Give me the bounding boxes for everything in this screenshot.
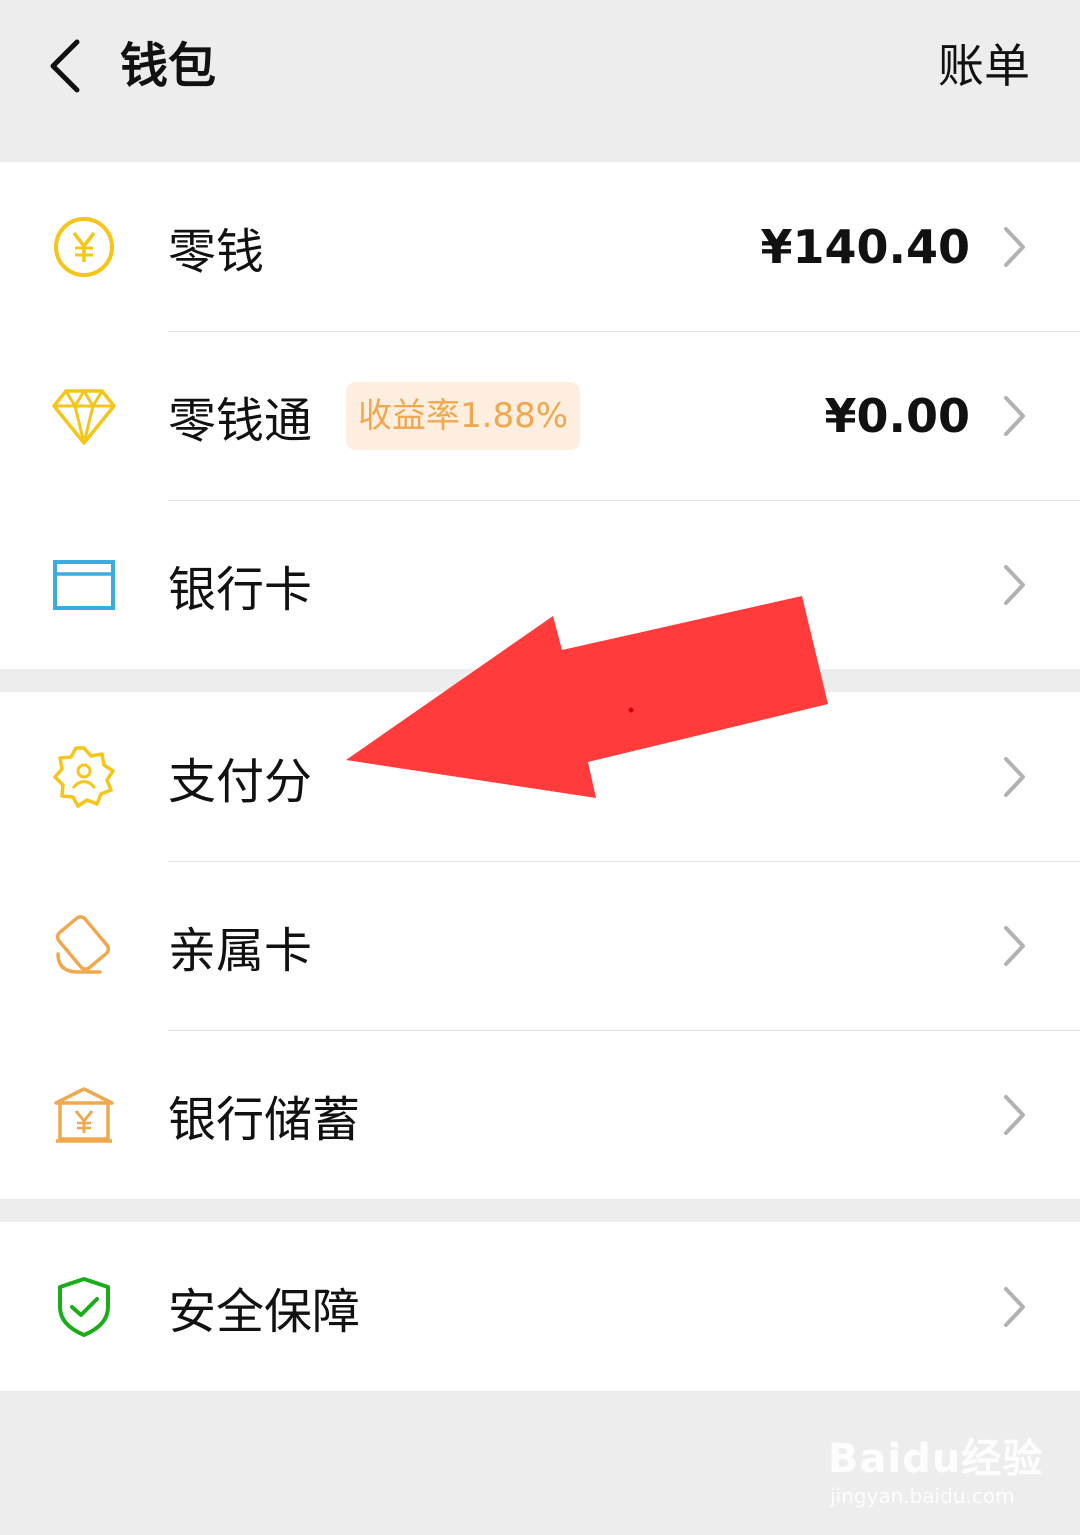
wallet-group-balances: 零钱 ¥140.40 零钱通 收益率1.88% ¥0.00 银行卡 [0,162,1080,669]
pay-score-badge-icon [50,743,118,811]
bank-card-row[interactable]: 银行卡 [0,500,1080,669]
change-balance: ¥140.40 [760,219,970,274]
yuan-coin-icon [50,213,118,281]
chevron-right-icon [1004,395,1025,436]
top-bar: 钱包 账单 [0,0,1080,162]
wallet-group-security: 安全保障 [0,1222,1080,1391]
watermark-url: jingyan.baidu.com [830,1484,1015,1508]
back-arrow-icon [50,39,80,93]
watermark-logo-text: Baidu经验 [828,1436,1044,1482]
wallet-group-services: 支付分 亲属卡 银行储蓄 [0,692,1080,1199]
change-row[interactable]: 零钱 ¥140.40 [0,162,1080,331]
bill-button[interactable]: 账单 [938,30,1030,102]
baidu-watermark: Baidu经验 jingyan.baidu.com [828,1418,1042,1514]
chevron-right-icon [1004,1094,1025,1135]
lingqiantong-row[interactable]: 零钱通 收益率1.88% ¥0.00 [0,331,1080,500]
security-shield-icon [50,1273,118,1341]
change-label: 零钱 [168,223,265,280]
bank-savings-row[interactable]: 银行储蓄 [0,1030,1080,1199]
chevron-right-icon [1004,925,1025,966]
pay-score-row[interactable]: 支付分 [0,692,1080,861]
back-button[interactable] [30,30,100,102]
lingqiantong-label: 零钱通 [168,392,313,449]
bank-savings-icon [50,1081,118,1149]
family-card-icon [50,912,118,980]
bank-savings-label: 银行储蓄 [168,1091,361,1148]
lingqiantong-balance: ¥0.00 [824,388,970,443]
chevron-right-icon [1004,564,1025,605]
family-card-row[interactable]: 亲属卡 [0,861,1080,1030]
diamond-icon [50,382,118,450]
security-row[interactable]: 安全保障 [0,1222,1080,1391]
yield-rate-badge: 收益率1.88% [346,381,581,450]
family-card-label: 亲属卡 [168,922,313,979]
bank-card-label: 银行卡 [168,561,313,618]
pay-score-label: 支付分 [168,753,313,810]
security-label: 安全保障 [168,1283,361,1340]
chevron-right-icon [1004,1286,1025,1327]
bank-card-icon [50,551,118,619]
page-title: 钱包 [120,38,217,94]
chevron-right-icon [1004,756,1025,797]
chevron-right-icon [1004,226,1025,267]
